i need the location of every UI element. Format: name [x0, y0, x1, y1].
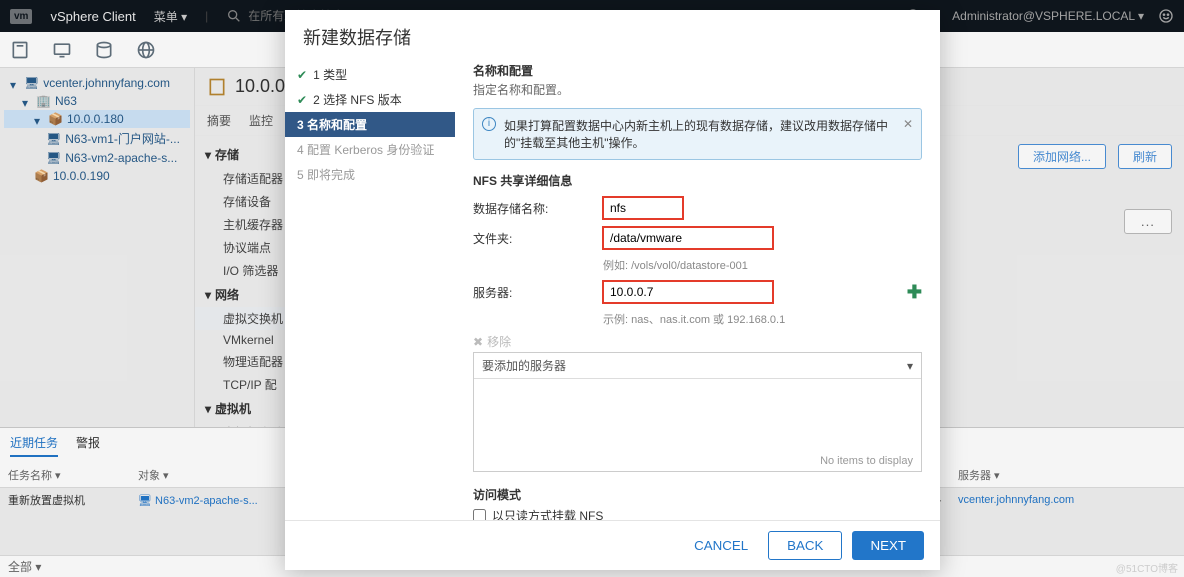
- add-server-button[interactable]: ✚: [907, 282, 922, 303]
- folder-label: 文件夹:: [473, 230, 603, 247]
- step-3[interactable]: 3 名称和配置: [285, 112, 455, 137]
- chevron-down-icon[interactable]: ▾: [907, 359, 913, 373]
- step-2[interactable]: ✔2 选择 NFS 版本: [285, 87, 455, 112]
- access-heading: 访问模式: [473, 486, 922, 503]
- back-button[interactable]: BACK: [768, 531, 842, 560]
- server-input[interactable]: [603, 281, 773, 303]
- servers-list: 要添加的服务器 ▾ No items to display: [473, 352, 922, 472]
- modal-form: 名称和配置 指定名称和配置。 i 如果打算配置数据中心内新主机上的现有数据存储，…: [455, 58, 940, 520]
- folder-example: 例如: /vols/vol0/datastore-001: [603, 257, 922, 273]
- nfs-heading: NFS 共享详细信息: [473, 172, 922, 189]
- remove-icon: ✖: [473, 335, 483, 349]
- servers-header: 要添加的服务器: [482, 357, 566, 374]
- datastore-name-input[interactable]: [603, 197, 683, 219]
- readonly-checkbox[interactable]: 以只读方式挂载 NFS: [473, 507, 922, 520]
- section-sub: 指定名称和配置。: [473, 81, 922, 98]
- step-4: 4 配置 Kerberos 身份验证: [285, 137, 455, 162]
- cancel-button[interactable]: CANCEL: [684, 531, 758, 560]
- remove-button: ✖移除: [473, 333, 922, 350]
- close-icon[interactable]: ✕: [903, 117, 913, 131]
- section-heading: 名称和配置: [473, 62, 922, 79]
- wizard-steps: ✔1 类型 ✔2 选择 NFS 版本 3 名称和配置 4 配置 Kerberos…: [285, 58, 455, 520]
- folder-input[interactable]: [603, 227, 773, 249]
- server-label: 服务器:: [473, 284, 603, 301]
- step-5: 5 即将完成: [285, 162, 455, 187]
- watermark: @51CTO博客: [1116, 560, 1178, 575]
- next-button[interactable]: NEXT: [852, 531, 924, 560]
- modal-title: 新建数据存储: [285, 10, 940, 58]
- server-example: 示例: nas、nas.it.com 或 192.168.0.1: [603, 311, 922, 327]
- modal-footer: CANCEL BACK NEXT: [285, 520, 940, 570]
- no-items-label: No items to display: [820, 455, 913, 467]
- step-1[interactable]: ✔1 类型: [285, 62, 455, 87]
- info-icon: i: [482, 117, 496, 131]
- readonly-checkbox-input[interactable]: [473, 509, 486, 520]
- datastore-name-label: 数据存储名称:: [473, 200, 603, 217]
- new-datastore-modal: 新建数据存储 ✔1 类型 ✔2 选择 NFS 版本 3 名称和配置 4 配置 K…: [285, 10, 940, 570]
- info-message: i 如果打算配置数据中心内新主机上的现有数据存储，建议改用数据存储中的"挂载至其…: [473, 108, 922, 160]
